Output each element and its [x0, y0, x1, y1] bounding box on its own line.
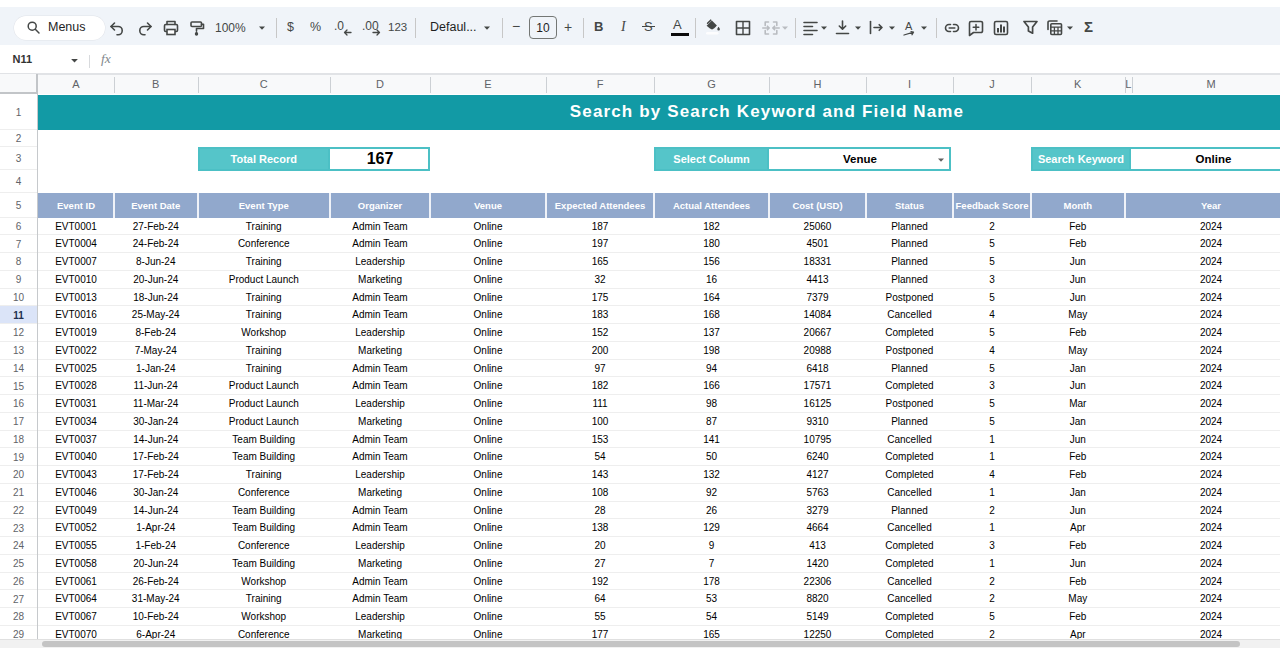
svg-text:A: A	[905, 20, 913, 32]
